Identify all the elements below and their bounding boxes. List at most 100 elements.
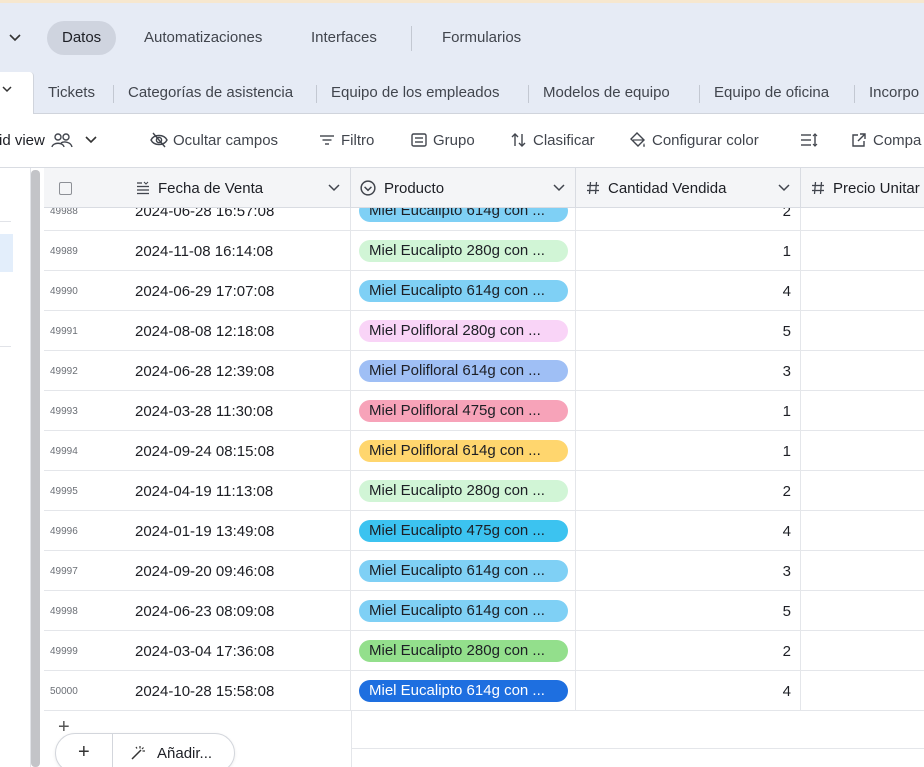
nav-datos[interactable]: Datos <box>47 21 117 55</box>
cell-date[interactable]: 2024-10-28 15:58:08 <box>124 671 351 711</box>
tab-modelos-equipo[interactable]: Modelos de equipo <box>543 84 670 101</box>
nav-interfaces[interactable]: Interfaces <box>296 21 392 55</box>
tab-tickets[interactable]: Tickets <box>48 84 95 101</box>
table-row[interactable]: 49990 2024-06-29 17:07:08 Miel Eucalipto 6… <box>44 271 924 311</box>
hide-fields-button[interactable]: Ocultar campos <box>150 131 278 149</box>
cell-date[interactable]: 2024-11-08 16:14:08 <box>124 231 351 271</box>
cell-product[interactable]: Miel Polifloral 614g con ... <box>351 431 576 471</box>
cell-qty[interactable]: 3 <box>576 351 801 391</box>
base-menu-chevron-icon[interactable] <box>8 31 22 45</box>
cell-qty[interactable]: 2 <box>576 208 801 231</box>
cell-date[interactable]: 2024-03-04 17:36:08 <box>124 631 351 671</box>
column-header-date[interactable]: Fecha de Venta <box>124 168 351 208</box>
cell-product[interactable]: Miel Eucalipto 280g con ... <box>351 231 576 271</box>
cell-qty[interactable]: 2 <box>576 631 801 671</box>
tab-equipo-empleados[interactable]: Equipo de los empleados <box>331 84 499 101</box>
cell-product[interactable]: Miel Eucalipto 614g con ... <box>351 591 576 631</box>
table-row[interactable]: 49992 2024-06-28 12:39:08 Miel Polifloral … <box>44 351 924 391</box>
cell-date[interactable]: 2024-03-28 11:30:08 <box>124 391 351 431</box>
sort-button[interactable]: Clasificar <box>510 131 595 149</box>
cell-price[interactable] <box>801 551 924 591</box>
sidebar-scrollbar[interactable] <box>31 170 40 767</box>
table-tabs-bar: Tickets Categorías de asistencia Equipo … <box>0 72 924 115</box>
table-row[interactable]: 49996 2024-01-19 13:49:08 Miel Eucalipto 4… <box>44 511 924 551</box>
nav-automatizaciones[interactable]: Automatizaciones <box>129 21 277 55</box>
column-header-qty[interactable]: Cantidad Vendida <box>576 168 801 208</box>
cell-product[interactable]: Miel Eucalipto 280g con ... <box>351 471 576 511</box>
view-switcher[interactable]: rid view <box>0 131 97 149</box>
cell-product[interactable]: Miel Polifloral 614g con ... <box>351 351 576 391</box>
cell-product[interactable]: Miel Eucalipto 614g con ... <box>351 208 576 231</box>
cell-date[interactable]: 2024-06-29 17:07:08 <box>124 271 351 311</box>
cell-price[interactable] <box>801 351 924 391</box>
cell-price[interactable] <box>801 391 924 431</box>
sidebar-selected-view[interactable] <box>0 234 13 272</box>
filter-button[interactable]: Filtro <box>318 131 374 149</box>
add-more-button[interactable]: Añadir... <box>157 745 212 762</box>
cell-price[interactable] <box>801 311 924 351</box>
table-row[interactable]: 49997 2024-09-20 09:46:08 Miel Eucalipto 6… <box>44 551 924 591</box>
chevron-down-icon[interactable] <box>778 183 790 193</box>
select-all-cell <box>44 168 124 208</box>
cell-price[interactable] <box>801 511 924 551</box>
cell-qty[interactable]: 2 <box>576 471 801 511</box>
cell-price[interactable] <box>801 591 924 631</box>
select-all-checkbox[interactable] <box>59 181 72 195</box>
cell-product[interactable]: Miel Eucalipto 614g con ... <box>351 551 576 591</box>
cell-price[interactable] <box>801 231 924 271</box>
tab-incorpo[interactable]: Incorpo <box>869 84 919 101</box>
table-row[interactable]: 49989 2024-11-08 16:14:08 Miel Eucalipto 2… <box>44 231 924 271</box>
cell-qty[interactable]: 5 <box>576 591 801 631</box>
cell-qty[interactable]: 1 <box>576 431 801 471</box>
row-height-button[interactable] <box>800 131 823 149</box>
cell-price[interactable] <box>801 271 924 311</box>
cell-qty[interactable]: 3 <box>576 551 801 591</box>
chevron-down-icon[interactable] <box>553 183 565 193</box>
group-button[interactable]: Grupo <box>410 131 475 149</box>
cell-product[interactable]: Miel Eucalipto 614g con ... <box>351 671 576 711</box>
cell-qty[interactable]: 1 <box>576 391 801 431</box>
tab-equipo-oficina[interactable]: Equipo de oficina <box>714 84 829 101</box>
cell-price[interactable] <box>801 208 924 231</box>
cell-product[interactable]: Miel Eucalipto 475g con ... <box>351 511 576 551</box>
cell-date[interactable]: 2024-08-08 12:18:08 <box>124 311 351 351</box>
cell-qty[interactable]: 4 <box>576 671 801 711</box>
tab-categorias[interactable]: Categorías de asistencia <box>128 84 293 101</box>
cell-price[interactable] <box>801 631 924 671</box>
table-row[interactable]: 49988 2024-06-28 16:57:08 Miel Eucalipto 6… <box>44 208 924 231</box>
column-header-product[interactable]: Producto <box>351 168 576 208</box>
table-row[interactable]: 50000 2024-10-28 15:58:08 Miel Eucalipto 6… <box>44 671 924 711</box>
cell-date[interactable]: 2024-04-19 11:13:08 <box>124 471 351 511</box>
number-field-icon <box>812 181 824 195</box>
cell-product[interactable]: Miel Polifloral 280g con ... <box>351 311 576 351</box>
table-row[interactable]: 49991 2024-08-08 12:18:08 Miel Polifloral … <box>44 311 924 351</box>
cell-date[interactable]: 2024-06-28 16:57:08 <box>124 208 351 231</box>
cell-price[interactable] <box>801 471 924 511</box>
cell-date[interactable]: 2024-09-24 08:15:08 <box>124 431 351 471</box>
cell-date[interactable]: 2024-01-19 13:49:08 <box>124 511 351 551</box>
cell-date[interactable]: 2024-09-20 09:46:08 <box>124 551 351 591</box>
cell-qty[interactable]: 4 <box>576 271 801 311</box>
share-button[interactable]: Compa <box>850 131 921 149</box>
table-row[interactable]: 49994 2024-09-24 08:15:08 Miel Polifloral … <box>44 431 924 471</box>
nav-formularios[interactable]: Formularios <box>427 21 536 55</box>
column-header-price[interactable]: Precio Unitar <box>801 168 924 208</box>
add-record-button[interactable]: + <box>78 742 90 762</box>
cell-price[interactable] <box>801 671 924 711</box>
cell-product[interactable]: Miel Eucalipto 280g con ... <box>351 631 576 671</box>
table-row[interactable]: 49998 2024-06-23 08:09:08 Miel Eucalipto 6… <box>44 591 924 631</box>
table-row[interactable]: 49993 2024-03-28 11:30:08 Miel Polifloral … <box>44 391 924 431</box>
cell-date[interactable]: 2024-06-23 08:09:08 <box>124 591 351 631</box>
cell-product[interactable]: Miel Eucalipto 614g con ... <box>351 271 576 311</box>
cell-qty[interactable]: 4 <box>576 511 801 551</box>
cell-date[interactable]: 2024-06-28 12:39:08 <box>124 351 351 391</box>
table-row[interactable]: 49995 2024-04-19 11:13:08 Miel Eucalipto 2… <box>44 471 924 511</box>
cell-price[interactable] <box>801 431 924 471</box>
tab-current-table[interactable] <box>0 72 34 115</box>
chevron-down-icon[interactable] <box>328 183 340 193</box>
color-button[interactable]: Configurar color <box>627 131 759 149</box>
table-row[interactable]: 49999 2024-03-04 17:36:08 Miel Eucalipto 2… <box>44 631 924 671</box>
cell-qty[interactable]: 5 <box>576 311 801 351</box>
cell-qty[interactable]: 1 <box>576 231 801 271</box>
cell-product[interactable]: Miel Polifloral 475g con ... <box>351 391 576 431</box>
